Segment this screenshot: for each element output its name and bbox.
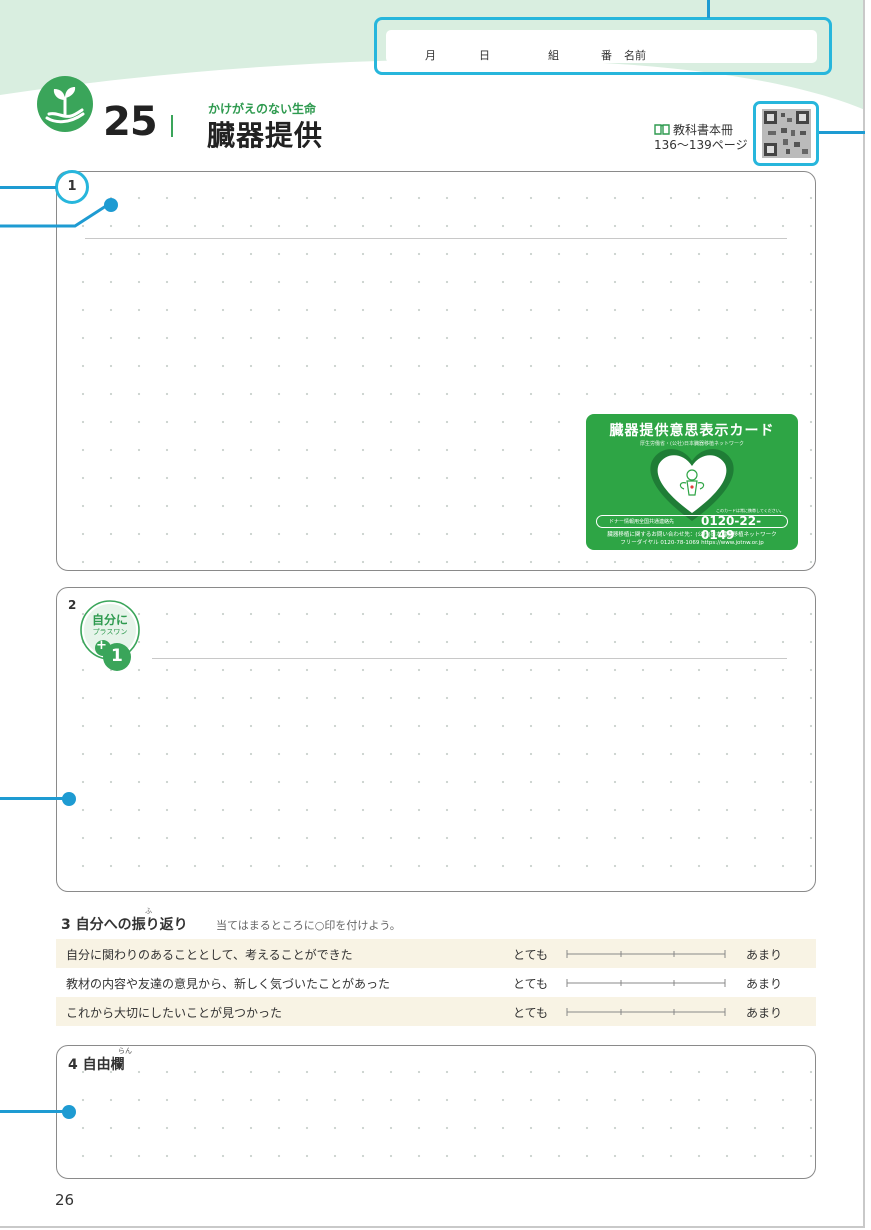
badge-text-line2: プラスワン <box>92 628 128 636</box>
title-divider <box>171 115 173 137</box>
rating-scale[interactable] <box>566 1007 726 1017</box>
rating-row: 教材の内容や友達の意見から、新しく気づいたことがあった とても あまり <box>56 968 816 997</box>
callout-line <box>0 204 107 228</box>
callout-line <box>707 0 710 18</box>
scale-left-label: とても <box>513 948 549 962</box>
month-label: 月 <box>425 49 436 62</box>
callout-dot <box>104 198 118 212</box>
scale-left-label: とても <box>513 1006 549 1020</box>
card-phone-label: ドナー情報用全国共通連絡先 <box>609 519 675 525</box>
card-contact-line: 臓器移植に関するお問い合わせ先：(公社)日本臓器移植ネットワーク <box>607 532 777 538</box>
section-3-instruction: 当てはまるところに○印を付けよう。 <box>216 919 401 932</box>
rating-scale[interactable] <box>566 978 726 988</box>
sprout-hand-icon <box>37 76 93 132</box>
rating-item-label: 自分に関わりのあることとして、考えることができた <box>66 948 353 962</box>
question-2-number: 2 <box>68 598 77 612</box>
page-number: 26 <box>55 1191 75 1209</box>
rating-item-label: これから大切にしたいことが見つかった <box>66 1006 283 1020</box>
prompt-underline <box>85 238 787 239</box>
section-4-title: 4 自由欄 <box>68 1057 125 1073</box>
prompt-underline <box>152 658 787 659</box>
scale-right-label: あまり <box>746 1006 783 1020</box>
callout-dot <box>62 1105 76 1119</box>
qr-code[interactable] <box>762 109 811 158</box>
card-title: 臓器提供意思表示カード <box>609 423 775 439</box>
callout-dot <box>62 792 76 806</box>
callout-line <box>0 797 66 800</box>
badge-text-line1: 自分に <box>91 613 128 627</box>
scale-right-label: あまり <box>746 948 783 962</box>
rating-row: これから大切にしたいことが見つかった とても あまり <box>56 997 816 1026</box>
day-label: 日 <box>479 49 490 62</box>
organ-donor-card-image: 臓器提供意思表示カード 厚生労働省・(公社)日本臓器移植ネットワーク このカード… <box>586 414 798 550</box>
textbook-reference: 教科書本冊 136〜139ページ <box>654 123 748 153</box>
question-1-number: 1 <box>55 170 89 204</box>
name-label: 名前 <box>624 49 646 62</box>
callout-line <box>819 131 865 134</box>
callout-line <box>0 186 56 189</box>
scale-left-label: とても <box>513 977 549 991</box>
callout-line <box>0 1110 66 1113</box>
rating-row: 自分に関わりのあることとして、考えることができた とても あまり <box>56 939 816 968</box>
book-icon <box>654 124 670 135</box>
rating-item-label: 教材の内容や友達の意見から、新しく気づいたことがあった <box>66 977 391 991</box>
textbook-pages: 136〜139ページ <box>654 138 748 152</box>
class-label: 組 <box>548 49 559 62</box>
free-space-area[interactable] <box>56 1045 816 1179</box>
textbook-label: 教科書本冊 <box>673 123 734 137</box>
lesson-title: 臓器提供 <box>207 119 324 152</box>
rating-scale[interactable] <box>566 949 726 959</box>
badge-plus: + <box>96 638 107 653</box>
section-3-heading: 3 自分への振り返り <box>61 917 188 933</box>
scale-right-label: あまり <box>746 977 783 991</box>
card-phone-bar: ドナー情報用全国共通連絡先 0120-22-0149 <box>596 514 788 542</box>
theme-label: かけがえのない生命 <box>208 102 317 116</box>
plus-one-badge: 自分に プラスワン + 1 <box>78 600 142 672</box>
card-freedial-line: フリーダイヤル 0120-78-1069 https://www.jotnw.o… <box>620 540 764 546</box>
lesson-number: 25 <box>103 99 158 145</box>
badge-one: 1 <box>111 646 123 666</box>
question-2-answer-area[interactable] <box>56 587 816 892</box>
seat-number-label: 番 <box>601 49 612 62</box>
